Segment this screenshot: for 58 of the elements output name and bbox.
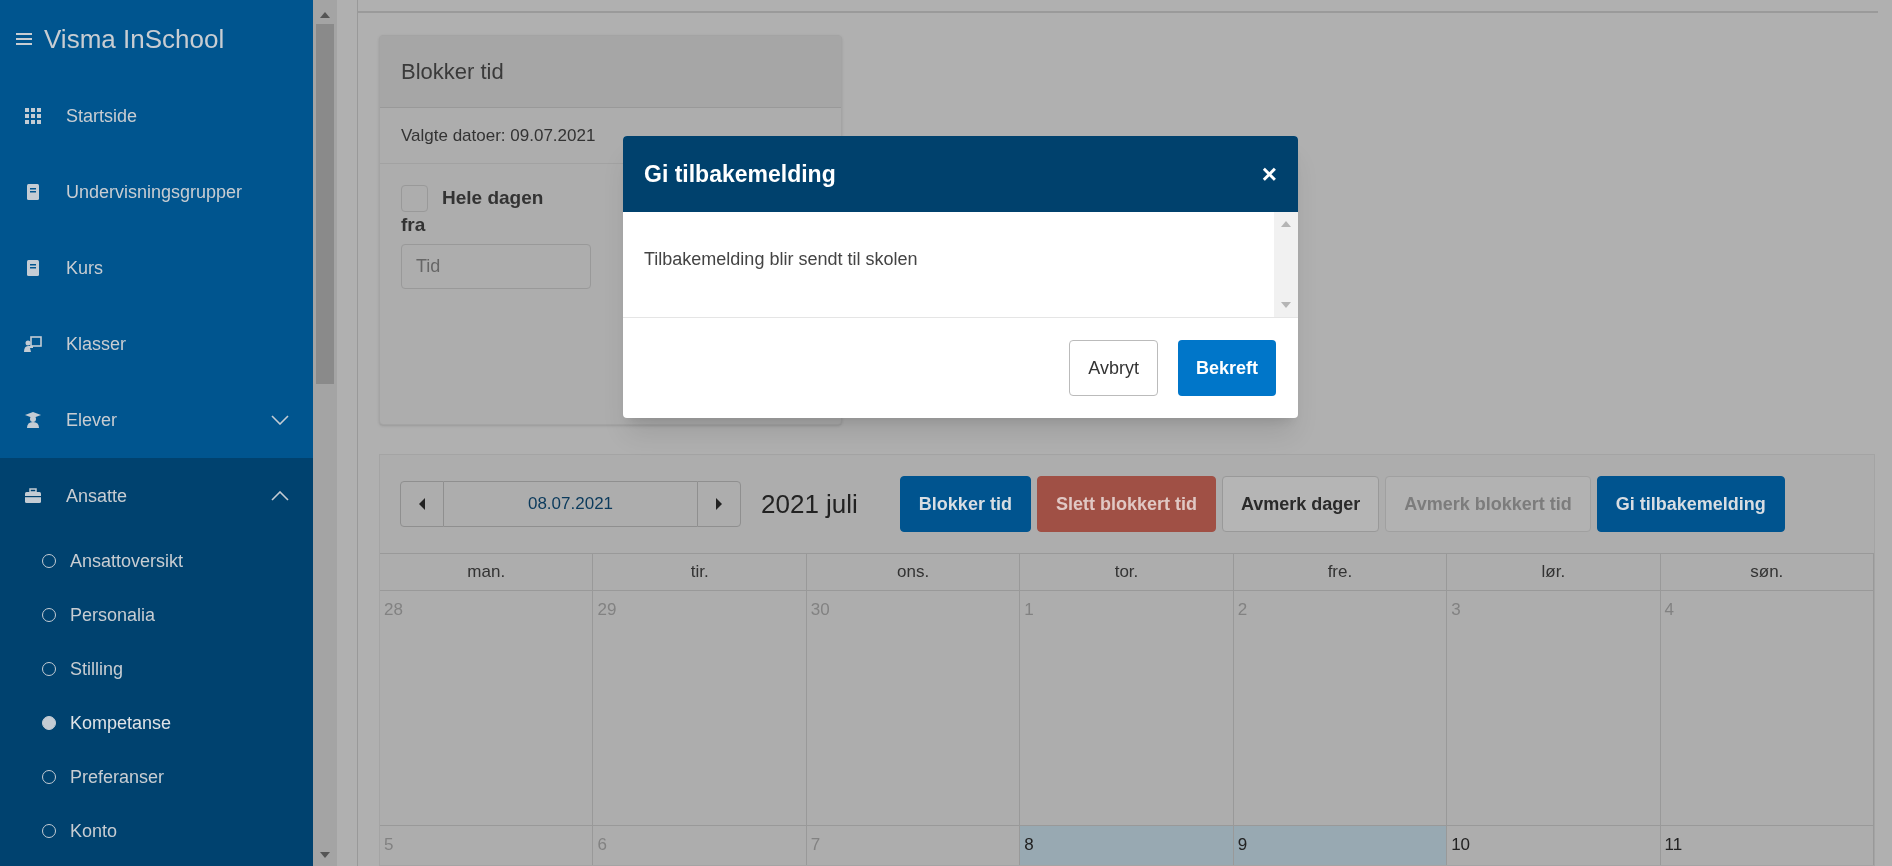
day-cell[interactable]: 9 (1233, 826, 1448, 865)
time-field[interactable]: Tid (401, 244, 591, 290)
scrollbar[interactable] (1274, 212, 1298, 317)
sidebar-item[interactable]: Klasser (0, 306, 313, 382)
checkbox-label: Hele dagen (442, 186, 544, 210)
chevron-down-icon (271, 415, 289, 425)
panel-title: Blokker tid (401, 58, 504, 86)
sidebar-item[interactable]: Ansatte (0, 458, 313, 534)
day-cell[interactable]: 11 (1660, 826, 1874, 865)
weekday-header: tir. (690, 561, 709, 584)
weekday-header: ons. (897, 561, 930, 584)
teacher-board-icon (24, 335, 42, 353)
scroll-up-icon[interactable] (1281, 220, 1291, 227)
sidebar-subitem[interactable]: Personalia (0, 588, 313, 642)
menu-icon[interactable] (16, 32, 32, 46)
weekday-header: søn. (1750, 561, 1784, 584)
sidebar-subitem[interactable]: Kompetanse (0, 696, 313, 750)
toolbar-button[interactable]: Blokker tid (899, 476, 1031, 532)
right-triangle-icon (715, 498, 723, 510)
app-title: Visma InSchool (44, 22, 225, 56)
dialog-title: Gi tilbakemelding (644, 159, 836, 189)
left-triangle-icon (418, 498, 426, 510)
scroll-down-icon[interactable] (1281, 302, 1291, 309)
book-icon (24, 183, 42, 201)
toolbar-button[interactable]: Avmerk dager (1221, 476, 1380, 532)
sidebar-subitem[interactable]: Ansattoversikt (0, 534, 313, 588)
scroll-down-icon[interactable] (320, 852, 330, 860)
book-icon (24, 259, 42, 277)
selected-dates: Valgte datoer: 09.07.2021 (401, 124, 596, 147)
sidebar-item[interactable]: Startside (0, 78, 313, 154)
toolbar-button[interactable]: Gi tilbakemelding (1596, 476, 1785, 532)
sidebar-item[interactable]: Kurs (0, 230, 313, 306)
toolbar-button[interactable]: Slett blokkert tid (1036, 476, 1216, 532)
day-cell[interactable]: 10 (1447, 826, 1661, 865)
briefcase-icon (24, 487, 42, 505)
sidebar-subitem[interactable]: Stilling (0, 642, 313, 696)
next-button[interactable] (697, 481, 741, 527)
date-field[interactable]: 08.07.2021 (444, 481, 697, 527)
scroll-up-icon[interactable] (320, 10, 330, 18)
month-title: 2021 juli (761, 487, 858, 521)
weekday-header: lør. (1541, 561, 1566, 584)
graduate-icon (24, 411, 42, 429)
grid-icon (24, 107, 42, 125)
close-button[interactable]: × (1261, 161, 1277, 187)
weekday-header: man. (467, 561, 506, 584)
scrollbar[interactable] (313, 0, 337, 866)
dialog-message: Tilbakemelding blir sendt til skolen (643, 248, 919, 271)
dialog-button[interactable]: Avbryt (1069, 340, 1158, 396)
sidebar-item[interactable]: Undervisningsgrupper (0, 154, 313, 230)
day-cell[interactable]: 8 (1020, 826, 1234, 865)
chevron-up-icon (271, 491, 289, 501)
weekday-header: tor. (1114, 561, 1139, 584)
sidebar-item[interactable]: Elever (0, 382, 313, 458)
sidebar-subitem[interactable]: Preferanser (0, 750, 313, 804)
dialog-button[interactable]: Bekreft (1177, 340, 1276, 396)
weekday-header: fre. (1327, 561, 1353, 584)
from-label: fra (401, 212, 427, 237)
sidebar-subitem[interactable]: Konto (0, 804, 313, 858)
